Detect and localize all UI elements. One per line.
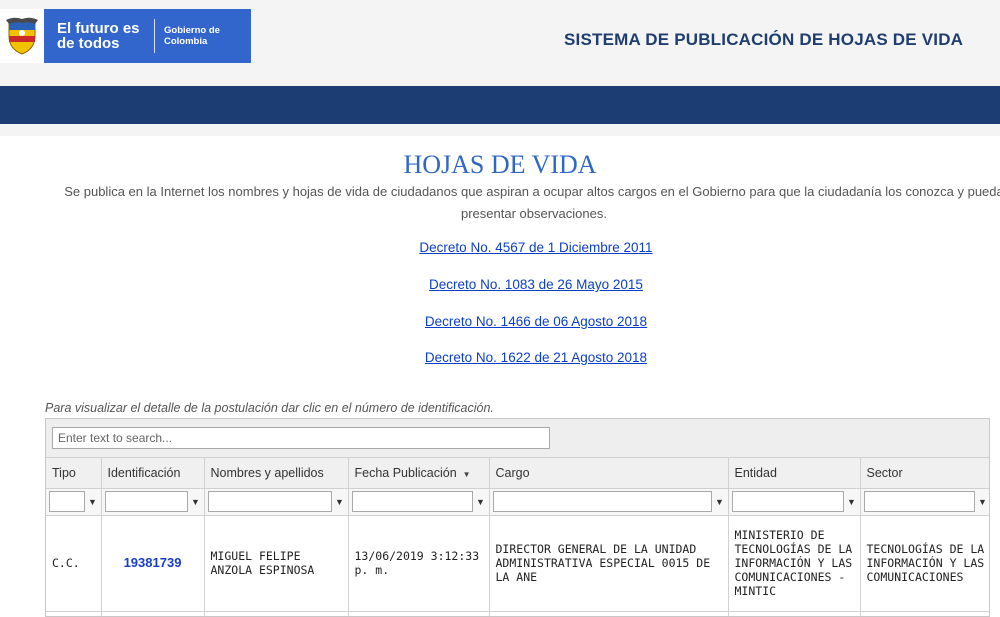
- cell-sector: TECNOLOGÍAS DE LA INFORMACIÓN Y LAS COMU…: [860, 515, 989, 612]
- filter-icon[interactable]: ▼: [715, 497, 725, 507]
- filter-input-identificacion[interactable]: [104, 491, 188, 512]
- grid-hint: Para visualizar el detalle de la postula…: [45, 401, 494, 415]
- intro-text: Se publica en la Internet los nombres y …: [64, 184, 1000, 221]
- filter-icon[interactable]: ▼: [88, 497, 98, 507]
- brand-gov-name: Gobierno de Colombia: [164, 25, 220, 47]
- page-title: HOJAS DE VIDA: [403, 150, 597, 179]
- cv-grid: Tipo Identificación Nombres y apellidos …: [45, 418, 990, 617]
- grid-search-panel: [46, 419, 989, 458]
- filter-input-tipo[interactable]: [49, 491, 85, 512]
- col-header-fecha-label: Fecha Publicación: [354, 465, 457, 480]
- gov-logo[interactable]: El futuro es de todos Gobierno de Colomb…: [0, 9, 251, 63]
- nav-bar-shadow: [0, 124, 1000, 136]
- filter-cell-cargo: ▼: [489, 488, 729, 516]
- filter-input-sector[interactable]: [863, 491, 975, 512]
- identification-link[interactable]: 19381739: [124, 555, 182, 570]
- filter-input-cargo[interactable]: [492, 491, 712, 512]
- col-header-nombres[interactable]: Nombres y apellidos: [204, 458, 349, 489]
- filter-cell-tipo: ▼: [46, 488, 102, 516]
- brand-block: El futuro es de todos Gobierno de Colomb…: [44, 9, 251, 63]
- filter-cell-fecha: ▼: [348, 488, 490, 516]
- table-row: [46, 611, 989, 616]
- filter-icon[interactable]: ▼: [847, 497, 857, 507]
- brand-divider: [154, 19, 155, 53]
- grid-search-input[interactable]: [52, 427, 550, 449]
- decree-link-1622[interactable]: Decreto No. 1622 de 21 Agosto 2018: [0, 350, 1000, 365]
- cell-fecha: 13/06/2019 3:12:33 p. m.: [348, 515, 490, 612]
- decree-link-1466[interactable]: Decreto No. 1466 de 06 Agosto 2018: [0, 314, 1000, 329]
- decree-link-4567[interactable]: Decreto No. 4567 de 1 Diciembre 2011: [0, 240, 1000, 255]
- table-row: C.C. 19381739 MIGUEL FELIPE ANZOLA ESPIN…: [46, 515, 989, 612]
- header-row: Tipo Identificación Nombres y apellidos …: [46, 458, 989, 489]
- cv-table: Tipo Identificación Nombres y apellidos …: [46, 458, 989, 616]
- col-header-cargo[interactable]: Cargo: [489, 458, 729, 489]
- colombia-shield-icon: [0, 9, 44, 63]
- system-title: SISTEMA DE PUBLICACIÓN DE HOJAS DE VIDA: [564, 30, 964, 49]
- col-header-fecha[interactable]: Fecha Publicación ▼: [348, 458, 490, 489]
- filter-input-nombres[interactable]: [207, 491, 332, 512]
- filter-cell-entidad: ▼: [728, 488, 861, 516]
- sort-descending-icon: ▼: [462, 469, 471, 479]
- col-header-tipo[interactable]: Tipo: [46, 458, 102, 489]
- col-header-identificacion[interactable]: Identificación: [101, 458, 205, 489]
- filter-icon[interactable]: ▼: [335, 497, 345, 507]
- decree-link-1083[interactable]: Decreto No. 1083 de 26 Mayo 2015: [0, 277, 1000, 292]
- col-header-sector[interactable]: Sector: [860, 458, 989, 489]
- brand-slogan: El futuro es de todos: [57, 20, 140, 52]
- top-header: El futuro es de todos Gobierno de Colomb…: [0, 0, 1000, 86]
- filter-input-fecha[interactable]: [351, 491, 473, 512]
- filter-cell-nombres: ▼: [204, 488, 349, 516]
- filter-icon[interactable]: ▼: [191, 497, 201, 507]
- cell-identificacion: 19381739: [101, 515, 205, 612]
- filter-icon[interactable]: ▼: [978, 497, 988, 507]
- filter-cell-identificacion: ▼: [101, 488, 205, 516]
- filter-input-entidad[interactable]: [731, 491, 844, 512]
- cell-cargo: DIRECTOR GENERAL DE LA UNIDAD ADMINISTRA…: [489, 515, 729, 612]
- filter-icon[interactable]: ▼: [476, 497, 486, 507]
- filter-cell-sector: ▼: [860, 488, 989, 516]
- filter-row: ▼ ▼ ▼ ▼ ▼ ▼ ▼: [46, 488, 989, 516]
- cell-entidad: MINISTERIO DE TECNOLOGÍAS DE LA INFORMAC…: [728, 515, 861, 612]
- nav-bar: [0, 86, 1000, 124]
- cell-nombres: MIGUEL FELIPE ANZOLA ESPINOSA: [204, 515, 349, 612]
- col-header-entidad[interactable]: Entidad: [728, 458, 861, 489]
- cell-tipo: C.C.: [46, 515, 102, 612]
